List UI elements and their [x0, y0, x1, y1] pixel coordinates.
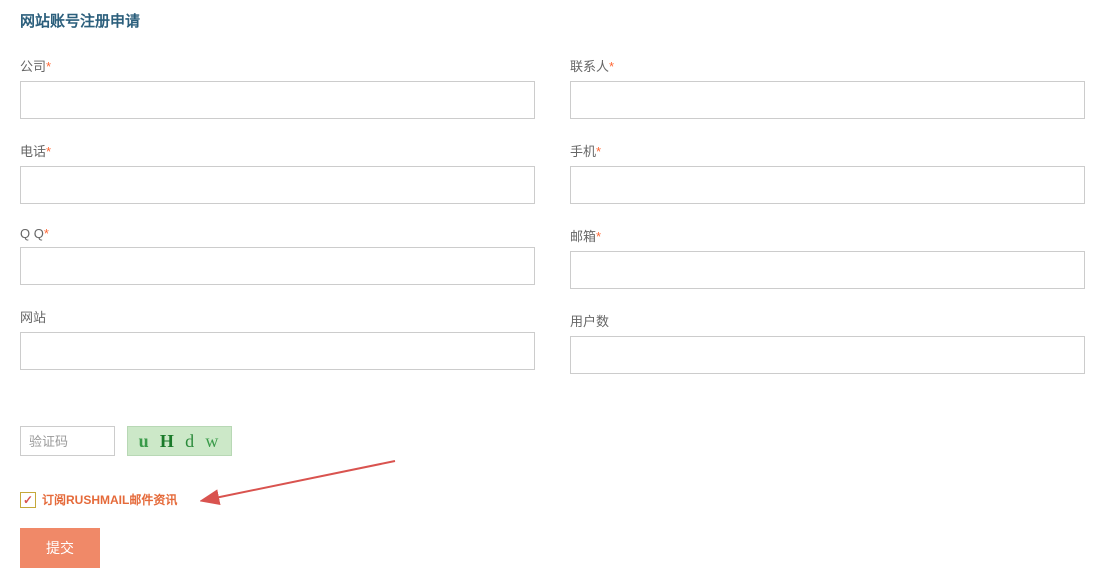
users-label: 用户数	[570, 311, 1085, 330]
annotation-arrow-icon	[200, 456, 400, 516]
required-mark: *	[596, 229, 601, 244]
field-qq: Q Q*	[20, 226, 535, 285]
form-column-left: 公司* 电话* Q Q* 网站	[20, 56, 535, 396]
required-mark: *	[596, 144, 601, 159]
required-mark: *	[44, 226, 49, 241]
required-mark: *	[46, 144, 51, 159]
subscribe-label: 订阅RUSHMAIL邮件资讯	[42, 491, 177, 508]
email-label: 邮箱*	[570, 226, 1085, 245]
website-input[interactable]	[20, 332, 535, 370]
required-mark: *	[46, 59, 51, 74]
field-phone: 电话*	[20, 141, 535, 204]
phone-label: 电话*	[20, 141, 535, 160]
qq-input[interactable]	[20, 247, 535, 285]
field-email: 邮箱*	[570, 226, 1085, 289]
field-users: 用户数	[570, 311, 1085, 374]
captcha-input[interactable]	[20, 426, 115, 456]
check-icon: ✓	[23, 494, 33, 506]
email-input[interactable]	[570, 251, 1085, 289]
mobile-label: 手机*	[570, 141, 1085, 160]
captcha-char: w	[205, 431, 220, 452]
subscribe-row: ✓ 订阅RUSHMAIL邮件资讯	[20, 491, 1085, 508]
captcha-row: u H d w	[20, 426, 1085, 456]
contact-input[interactable]	[570, 81, 1085, 119]
captcha-char: H	[160, 431, 176, 452]
subscribe-checkbox[interactable]: ✓	[20, 492, 36, 508]
company-label: 公司*	[20, 56, 535, 75]
qq-label: Q Q*	[20, 226, 535, 241]
company-input[interactable]	[20, 81, 535, 119]
registration-form: 公司* 电话* Q Q* 网站 联系人*	[20, 56, 1085, 396]
users-input[interactable]	[570, 336, 1085, 374]
field-contact: 联系人*	[570, 56, 1085, 119]
mobile-input[interactable]	[570, 166, 1085, 204]
field-mobile: 手机*	[570, 141, 1085, 204]
submit-button[interactable]: 提交	[20, 528, 100, 568]
contact-label: 联系人*	[570, 56, 1085, 75]
field-website: 网站	[20, 307, 535, 370]
field-company: 公司*	[20, 56, 535, 119]
captcha-image[interactable]: u H d w	[127, 426, 232, 456]
captcha-char: u	[139, 431, 151, 452]
form-column-right: 联系人* 手机* 邮箱* 用户数	[570, 56, 1085, 396]
captcha-char: d	[185, 431, 196, 452]
website-label: 网站	[20, 307, 535, 326]
required-mark: *	[609, 59, 614, 74]
phone-input[interactable]	[20, 166, 535, 204]
page-title: 网站账号注册申请	[20, 10, 1085, 31]
